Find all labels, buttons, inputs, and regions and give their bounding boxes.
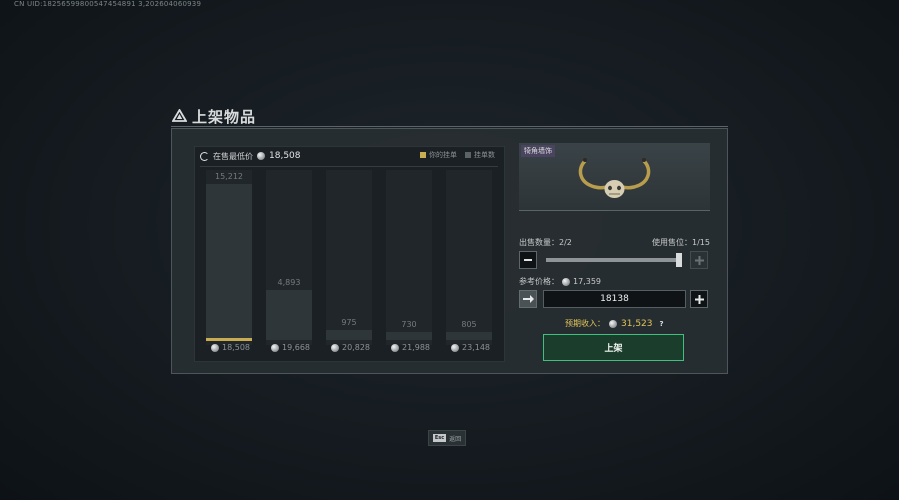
reference-price-label: 参考价格： — [519, 277, 559, 286]
chart-legend: 你的挂单 挂单数 — [420, 150, 495, 160]
increase-quantity-button[interactable] — [690, 251, 708, 269]
coin-icon — [609, 319, 617, 328]
chart-bar — [266, 290, 312, 340]
price-tick-label: 20,828 — [331, 343, 370, 352]
lowest-price-label: 在售最低价 — [213, 151, 253, 161]
price-tick-text: 18,508 — [222, 343, 250, 352]
page-header: 上架物品 — [171, 106, 257, 127]
legend-yours: 你的挂单 — [420, 150, 457, 160]
list-item-button[interactable]: 上架 — [543, 334, 684, 361]
coin-icon — [257, 152, 265, 160]
chart-column-bg — [446, 170, 492, 345]
price-tick-text: 19,668 — [282, 343, 310, 352]
coin-icon — [451, 343, 459, 352]
bar-count-label: 975 — [341, 318, 357, 327]
chart-bar — [386, 332, 432, 340]
expected-income-row: 预期收入： 31,523 ? — [565, 318, 667, 329]
plus-icon — [694, 255, 704, 265]
header-divider — [171, 126, 728, 127]
item-name-tag: 犄角墙饰 — [521, 145, 555, 157]
quantity-label: 出售数量： — [519, 238, 559, 247]
arrow-right-icon — [522, 295, 534, 303]
lowest-price-row: 在售最低价 18,508 — [200, 149, 301, 163]
back-label: 返回 — [449, 435, 462, 443]
expected-income-value: 31,523 — [621, 318, 653, 329]
coin-icon — [331, 343, 339, 352]
price-tick-text: 20,828 — [342, 343, 370, 352]
quantity-slider[interactable] — [546, 258, 681, 262]
expected-income-label: 预期收入： — [565, 319, 605, 328]
uid-text: CN UID:18256599800547454891 3,2026040609… — [14, 0, 202, 8]
bar-count-label: 730 — [401, 320, 417, 329]
price-tick-label: 19,668 — [271, 343, 310, 352]
slot-row: 使用售位：1/15 — [652, 237, 710, 248]
slot-label: 使用售位： — [652, 238, 692, 247]
coin-icon — [211, 343, 219, 352]
quantity-row: 出售数量：2/2 — [519, 237, 572, 248]
chart-bar — [446, 332, 492, 340]
your-listing-marker — [206, 338, 252, 341]
bar-count-label: 4,893 — [277, 278, 301, 287]
coin-icon — [271, 343, 279, 352]
back-button[interactable]: Esc 返回 — [428, 430, 466, 446]
increase-price-button[interactable] — [690, 290, 708, 308]
price-input[interactable]: 18138 — [543, 290, 686, 308]
price-tick-label: 18,508 — [211, 343, 250, 352]
bar-count-label: 15,212 — [215, 172, 243, 181]
coin-icon — [562, 277, 570, 286]
quantity-value: 2/2 — [559, 238, 572, 247]
page-title: 上架物品 — [192, 108, 257, 126]
quantity-slider-handle[interactable] — [676, 253, 682, 267]
chart-column-bg — [386, 170, 432, 345]
legend-yours-swatch — [420, 152, 426, 158]
refresh-icon[interactable] — [200, 151, 209, 161]
chart-bar — [326, 330, 372, 340]
legend-listings-label: 挂单数 — [474, 151, 495, 159]
reference-price-value: 17,359 — [573, 277, 601, 286]
lowest-price-value: 18,508 — [269, 151, 301, 161]
price-tick-label: 21,988 — [391, 343, 430, 352]
decrease-quantity-button[interactable] — [519, 251, 537, 269]
minus-icon — [524, 259, 532, 261]
apply-reference-price-button[interactable] — [519, 290, 537, 308]
plus-icon — [694, 294, 704, 304]
triangle-logo-icon — [171, 107, 188, 126]
price-tick-text: 23,148 — [462, 343, 490, 352]
legend-listings: 挂单数 — [465, 150, 495, 160]
reference-price-row: 参考价格： 17,359 — [519, 276, 601, 287]
legend-listings-swatch — [465, 152, 471, 158]
help-icon[interactable]: ? — [657, 319, 667, 329]
price-tick-label: 23,148 — [451, 343, 490, 352]
slot-value: 1/15 — [692, 238, 710, 247]
esc-key-icon: Esc — [432, 434, 447, 442]
chart-divider — [200, 166, 498, 167]
price-tick-text: 21,988 — [402, 343, 430, 352]
chart-bar — [206, 184, 252, 340]
list-button-label: 上架 — [604, 344, 623, 354]
coin-icon — [391, 343, 399, 352]
bar-count-label: 805 — [461, 320, 477, 329]
legend-yours-label: 你的挂单 — [429, 151, 457, 159]
